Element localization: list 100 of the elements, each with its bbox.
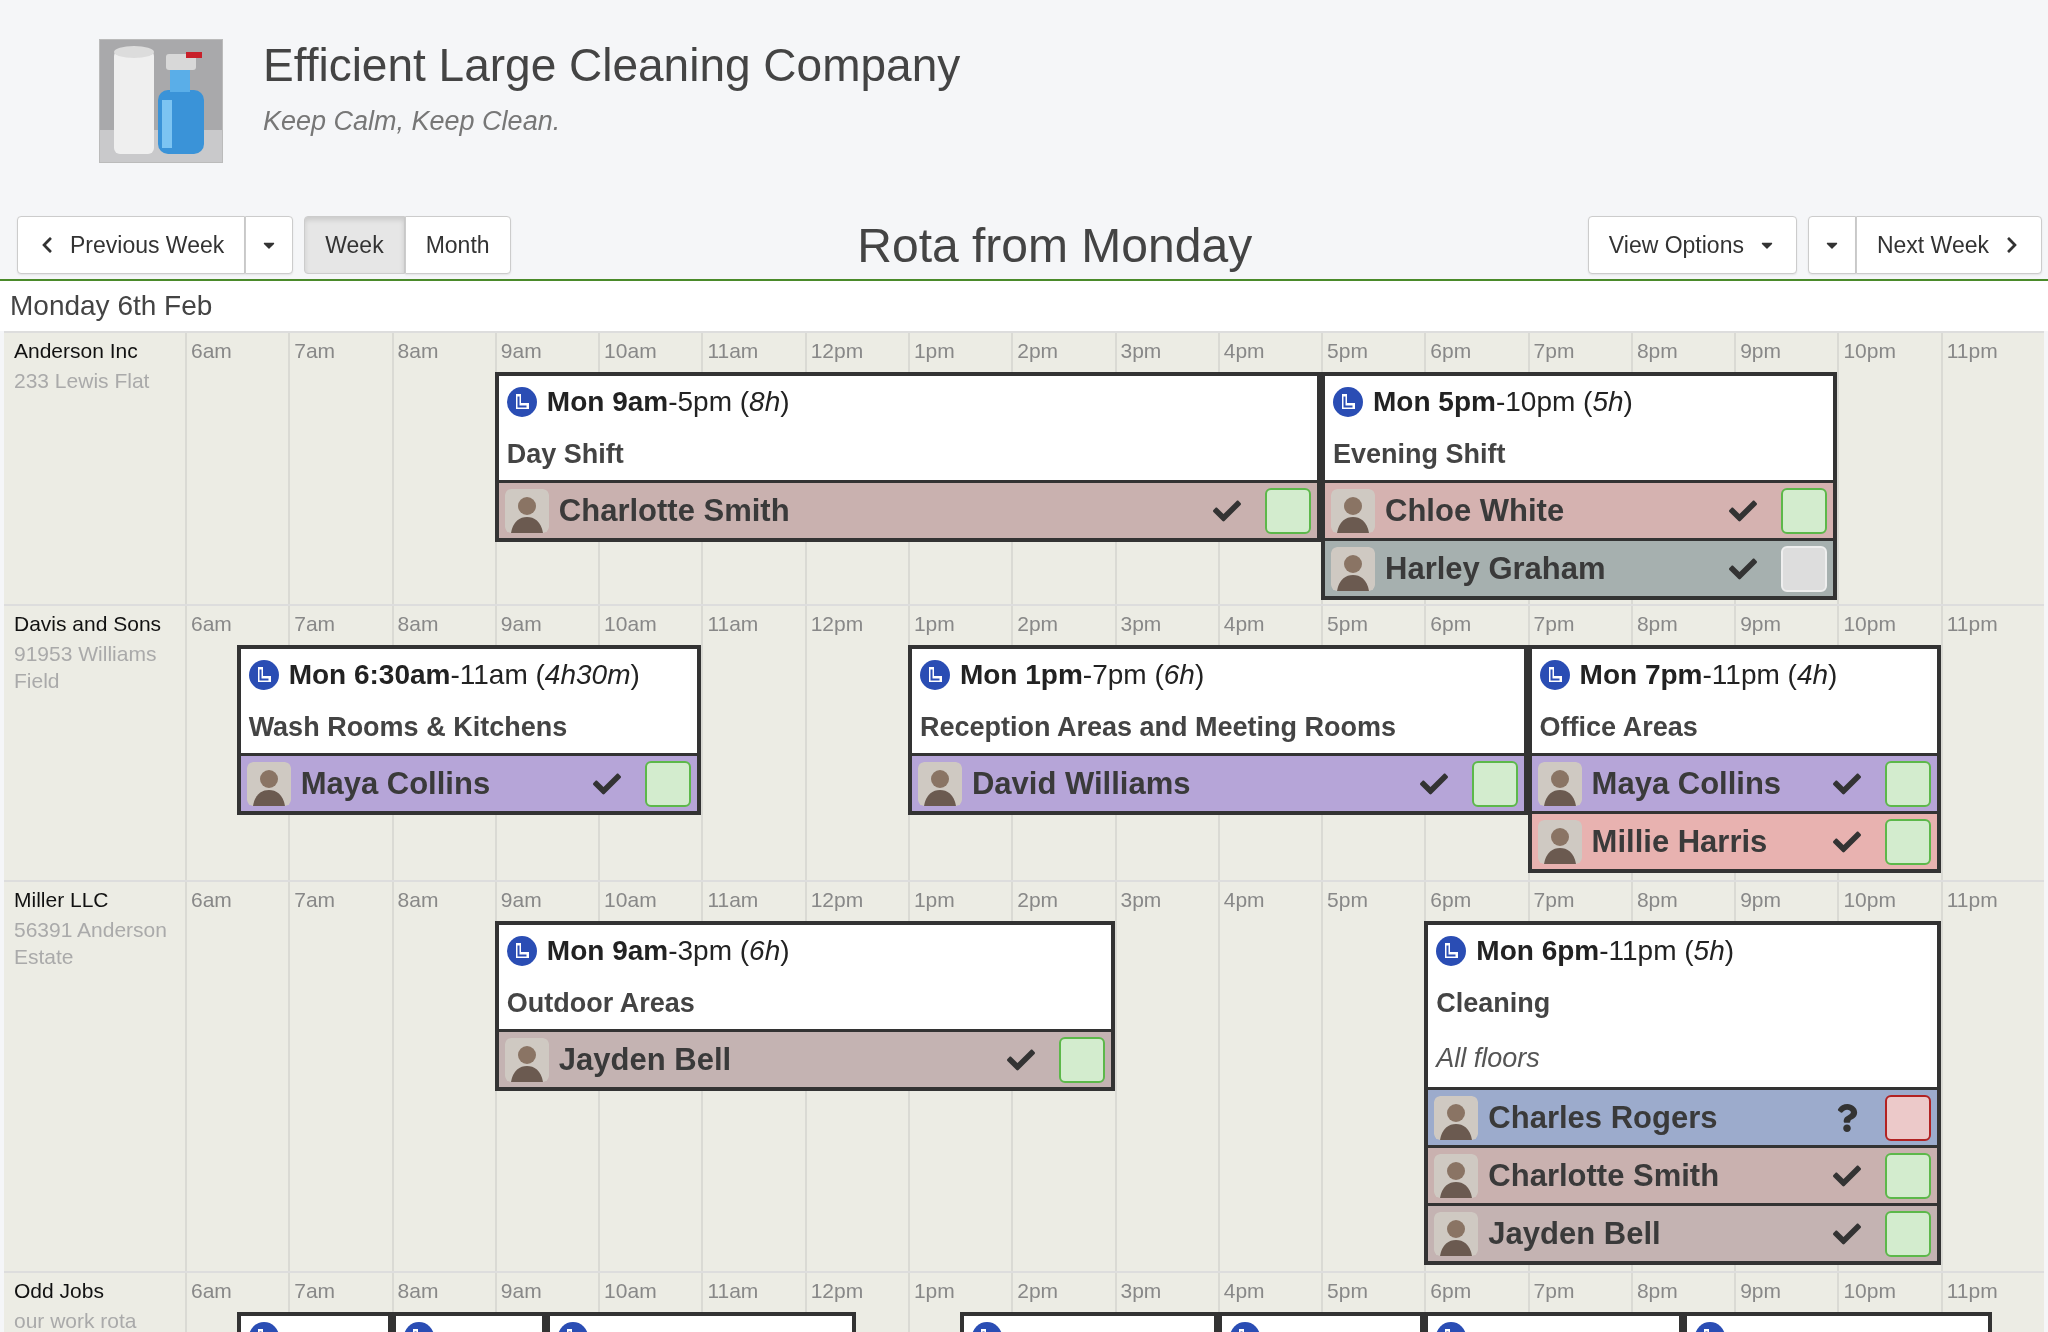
shift-card[interactable]: Mon 6pm-11pm (5h) Cleaning All floors Charles Rogers Charlotte Smith Jayden Bell [1424, 921, 1941, 1265]
hour-label: 8am [397, 1279, 439, 1302]
hour-label: 11am [707, 888, 759, 911]
clock-icon [1539, 660, 1570, 690]
avatar [1537, 761, 1582, 806]
status-box[interactable] [1884, 1152, 1931, 1199]
hour-label: 6am [191, 888, 232, 911]
hour-label: 9pm [1740, 612, 1781, 635]
shift-card[interactable]: Mon 6:30am-11am (4h30m) Wash Rooms & Kitchens Maya Collins [236, 645, 702, 815]
worker-row[interactable]: Charlotte Smith [498, 480, 1318, 538]
shift-card[interactable]: Mon 7pm-11pm (4h) Office Areas Maya Collins Millie Harris [1527, 645, 1941, 873]
status-box[interactable] [1781, 487, 1828, 534]
shift-card[interactable]: Mon 5pm-10pm (5h) Evening Shift Chloe White Harley Graham [1321, 372, 1838, 600]
worker-row[interactable]: Harley Graham [1325, 538, 1834, 596]
worker-row[interactable]: Charles Rogers [1428, 1087, 1937, 1145]
worker-name: Charles Rogers [1488, 1099, 1719, 1136]
hour-label: 5pm [1327, 612, 1368, 635]
shift-card[interactable]: Mon 9am-3pm (6h) Outdoor Areas Jayden Bell [494, 921, 1115, 1091]
shift-time: Mon 7pm-11pm (4h) [1531, 649, 1937, 701]
hour-label: 8pm [1636, 339, 1678, 362]
site-name: Miller LLC [14, 888, 110, 912]
worker-row[interactable]: Jayden Bell [1428, 1203, 1937, 1261]
hour-label: 10am [604, 1279, 657, 1302]
status-box[interactable] [1471, 760, 1518, 807]
hour-label: 6am [191, 1279, 232, 1302]
clock-icon [1333, 387, 1364, 417]
worker-row[interactable]: Maya Collins [1531, 753, 1937, 811]
dropdown-button[interactable] [245, 216, 294, 274]
hour-label: 4pm [1223, 339, 1265, 362]
site-address: our work rota [14, 1308, 138, 1332]
hour-label: 4pm [1223, 612, 1265, 635]
next-week-button[interactable]: Next Week [1855, 216, 2042, 274]
hour-label: 12pm [810, 888, 864, 911]
worker-name: David Williams [971, 765, 1192, 802]
hour-label: 9am [500, 888, 542, 911]
avatar [504, 1037, 549, 1082]
hour-label: 1pm [913, 339, 955, 362]
status-box[interactable] [1884, 1094, 1931, 1141]
worker-row[interactable]: Millie Harris [1531, 811, 1937, 869]
shift-note: All floors [1434, 1041, 1541, 1075]
day-heading: Monday 6th Feb [10, 290, 213, 322]
shift-time: Mon 6:30am-11am (4h30m) [240, 649, 698, 701]
hour-label: 2pm [1017, 339, 1059, 362]
hour-label: 8pm [1636, 612, 1678, 635]
hour-label: 1pm [913, 612, 955, 635]
hour-label: 7pm [1533, 612, 1575, 635]
hour-label: 5pm [1327, 888, 1368, 911]
view-tab[interactable]: Week [304, 216, 405, 274]
previous-week-button[interactable]: Previous Week [17, 216, 246, 274]
status-box[interactable] [1265, 487, 1312, 534]
clock-icon [506, 936, 537, 966]
worker-row[interactable]: David Williams [911, 753, 1524, 811]
hour-label: 8am [397, 339, 439, 362]
hour-label: 4pm [1223, 1279, 1265, 1302]
hour-label: 2pm [1017, 888, 1059, 911]
hour-label: 9pm [1740, 888, 1781, 911]
status-box[interactable] [1884, 1210, 1931, 1257]
shift-title: Day Shift [505, 437, 625, 471]
view-options-button[interactable]: View Options [1587, 216, 1797, 274]
view-tab[interactable]: Month [404, 216, 511, 274]
clock-icon [1436, 936, 1467, 966]
shift-time: Mon 6pm-11pm (5h) [1428, 925, 1937, 977]
dropdown-button[interactable] [1807, 216, 1856, 274]
shift-title: Evening Shift [1332, 437, 1507, 471]
hour-label: 6am [191, 339, 232, 362]
hour-label: 10pm [1843, 888, 1896, 911]
worker-name: Maya Collins [1591, 765, 1783, 802]
hour-label: 11am [707, 612, 759, 635]
worker-row[interactable]: Jayden Bell [498, 1029, 1111, 1087]
shift-card[interactable]: Mon 9am-5pm (8h) Day Shift Charlotte Smith [494, 372, 1322, 542]
worker-row[interactable]: Charlotte Smith [1428, 1145, 1937, 1203]
hour-label: 7pm [1533, 888, 1575, 911]
hour-label: 3pm [1120, 339, 1162, 362]
avatar [1331, 546, 1376, 591]
status-box[interactable] [1884, 760, 1931, 807]
site-address: 233 Lewis Flat [14, 368, 151, 394]
hour-label: 6pm [1430, 612, 1472, 635]
site-name: Anderson Inc [14, 339, 139, 363]
hour-label: 1pm [913, 1279, 955, 1302]
hour-label: 11am [707, 339, 759, 362]
company-name: Efficient Large Cleaning Company [263, 37, 961, 92]
hour-label: 6pm [1430, 1279, 1472, 1302]
worker-name: Charlotte Smith [558, 492, 791, 529]
status-box[interactable] [1884, 818, 1931, 865]
worker-name: Chloe White [1385, 492, 1566, 529]
hour-label: 9am [500, 1279, 542, 1302]
hour-label: 8am [397, 888, 439, 911]
worker-row[interactable]: Chloe White [1325, 480, 1834, 538]
shift-card[interactable]: Mon 1pm-7pm (6h) Reception Areas and Meeting Rooms David Williams [907, 645, 1528, 815]
avatar [917, 761, 962, 806]
worker-row[interactable]: Maya Collins [240, 753, 698, 811]
status-box[interactable] [645, 760, 692, 807]
hour-label: 4pm [1223, 888, 1265, 911]
hour-label: 10am [604, 339, 657, 362]
status-box[interactable] [1058, 1036, 1105, 1083]
hour-label: 11pm [1946, 612, 1998, 635]
hour-label: 11am [707, 1279, 759, 1302]
site-address: 91953 Williams Field [14, 641, 158, 695]
hour-label: 6pm [1430, 888, 1472, 911]
hour-label: 6am [191, 612, 232, 635]
